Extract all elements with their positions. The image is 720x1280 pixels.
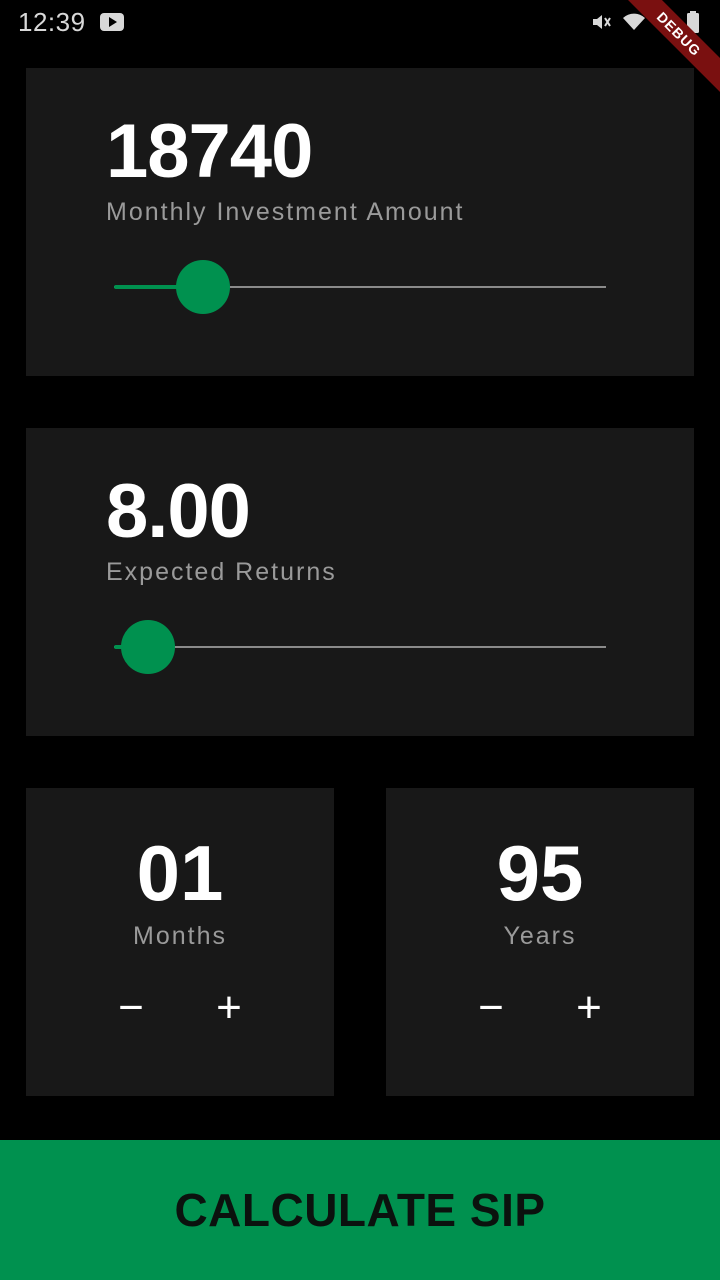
investment-card: 18740 Monthly Investment Amount [26, 68, 694, 376]
months-value: 01 [136, 829, 224, 917]
returns-value: 8.00 [106, 469, 251, 554]
youtube-icon [99, 13, 124, 31]
years-card: 95 Years − + [386, 788, 694, 1096]
investment-slider-thumb[interactable] [175, 260, 230, 314]
investment-label: Monthly Investment Amount [106, 198, 465, 226]
investment-value: 18740 [106, 109, 313, 194]
months-increment-button[interactable]: + [205, 984, 253, 1032]
mute-icon [593, 15, 611, 29]
returns-slider-thumb[interactable] [121, 620, 176, 674]
app-screen: 12:39 DEBUG 18740 Monthly Investment Amo… [0, 0, 720, 1280]
months-stepper: − + [26, 984, 334, 1032]
status-time: 12:39 [18, 6, 86, 37]
years-label: Years [503, 922, 577, 950]
months-label: Months [133, 922, 227, 950]
returns-card: 8.00 Expected Returns [26, 428, 694, 736]
status-bar: 12:39 [0, 0, 720, 44]
investment-slider[interactable] [114, 260, 606, 314]
years-stepper: − + [386, 984, 694, 1032]
years-increment-button[interactable]: + [565, 984, 613, 1032]
years-decrement-button[interactable]: − [467, 984, 515, 1032]
months-card: 01 Months − + [26, 788, 334, 1096]
returns-slider[interactable] [114, 620, 606, 674]
years-value: 95 [496, 829, 584, 917]
calculate-sip-button[interactable]: CALCULATE SIP [0, 1140, 720, 1280]
returns-label: Expected Returns [106, 558, 337, 586]
months-decrement-button[interactable]: − [107, 984, 155, 1032]
